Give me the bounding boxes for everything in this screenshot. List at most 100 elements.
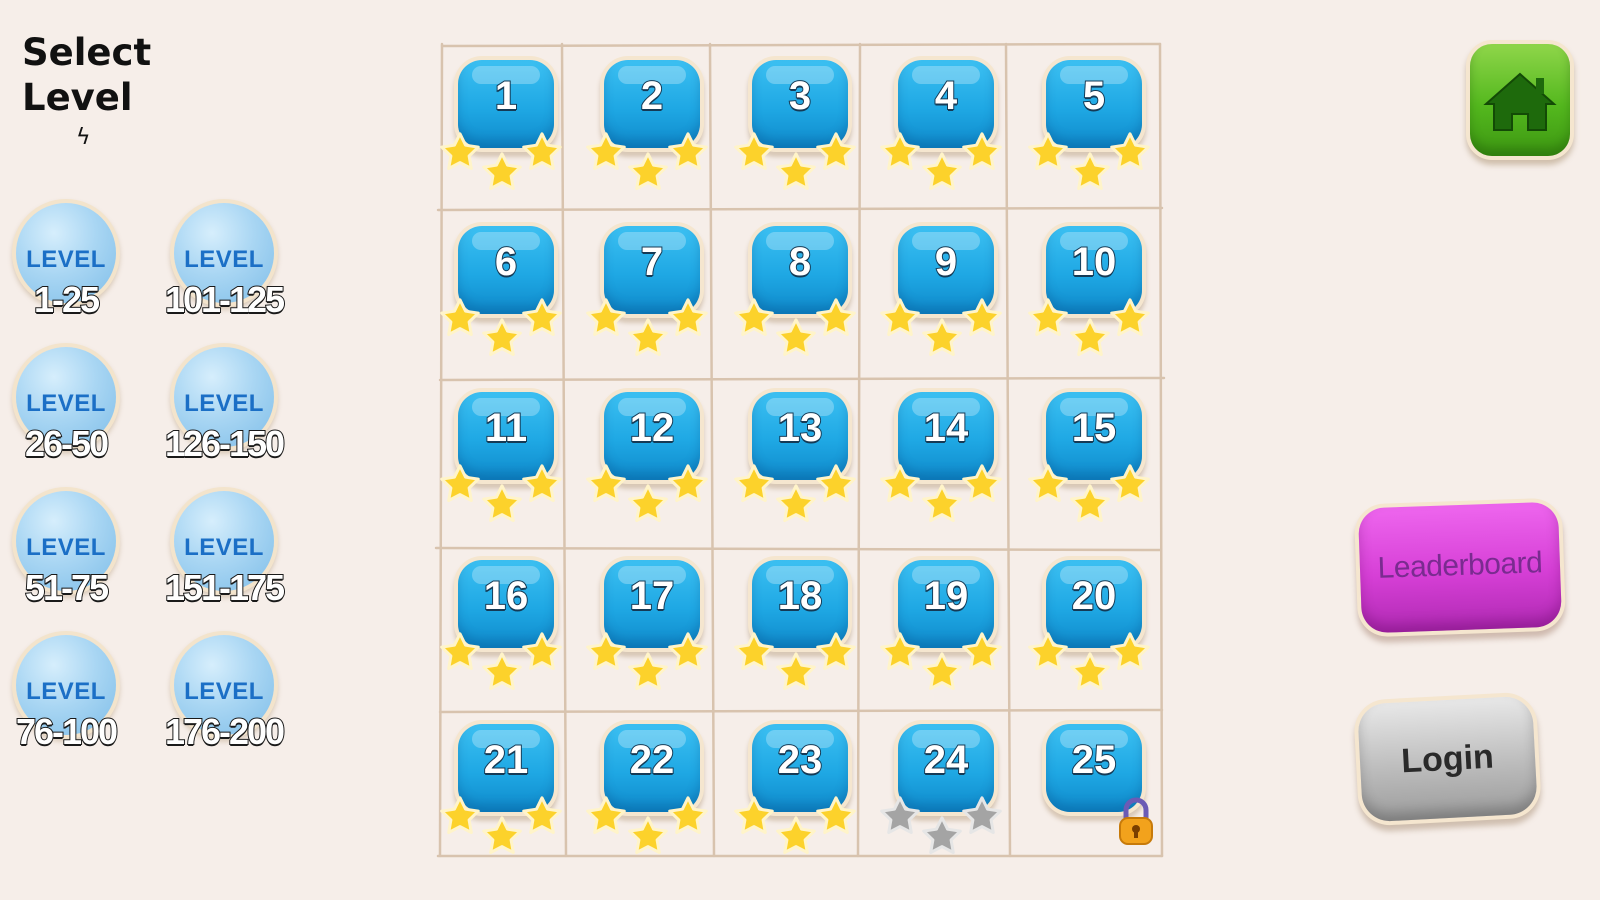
level-tile[interactable]: 6 <box>440 226 568 366</box>
star-filled-icon <box>522 464 562 502</box>
level-tile[interactable]: 20 <box>1028 560 1156 700</box>
star-filled-icon <box>816 632 856 670</box>
level-number: 6 <box>494 239 518 285</box>
star-filled-icon <box>922 318 962 356</box>
star-filled-icon <box>1028 464 1068 502</box>
level-tile[interactable]: 5 <box>1028 60 1156 200</box>
level-number: 17 <box>629 573 676 619</box>
star-filled-icon <box>880 464 920 502</box>
level-number: 22 <box>629 737 676 783</box>
level-number: 13 <box>777 405 824 451</box>
level-tile[interactable]: 23 <box>734 724 862 864</box>
star-filled-icon <box>1028 132 1068 170</box>
star-filled-icon <box>482 652 522 690</box>
level-number: 11 <box>484 405 528 451</box>
lock-icon <box>1119 797 1153 845</box>
star-filled-icon <box>522 632 562 670</box>
star-filled-icon <box>1070 318 1110 356</box>
level-number: 25 <box>1071 737 1118 783</box>
star-filled-icon <box>482 484 522 522</box>
star-filled-icon <box>776 816 816 854</box>
star-filled-icon <box>1110 132 1150 170</box>
star-filled-icon <box>1110 464 1150 502</box>
leaderboard-button[interactable]: Leaderboard <box>1357 501 1563 634</box>
star-filled-icon <box>1070 484 1110 522</box>
level-number: 24 <box>923 737 970 783</box>
level-number: 4 <box>934 73 958 119</box>
star-empty-icon <box>922 816 962 854</box>
level-tile[interactable]: 19 <box>880 560 1008 700</box>
star-filled-icon <box>880 632 920 670</box>
star-filled-icon <box>776 318 816 356</box>
star-filled-icon <box>776 152 816 190</box>
star-filled-icon <box>628 484 668 522</box>
login-label: Login <box>1400 737 1495 781</box>
level-tile[interactable]: 11 <box>440 392 568 532</box>
star-filled-icon <box>880 132 920 170</box>
star-filled-icon <box>482 816 522 854</box>
star-filled-icon <box>522 132 562 170</box>
star-filled-icon <box>816 298 856 336</box>
level-tile[interactable]: 25 <box>1036 724 1156 864</box>
star-filled-icon <box>440 464 480 502</box>
level-tile[interactable]: 2 <box>586 60 714 200</box>
level-tile[interactable]: 18 <box>734 560 862 700</box>
star-filled-icon <box>668 132 708 170</box>
star-filled-icon <box>628 152 668 190</box>
star-filled-icon <box>668 632 708 670</box>
star-filled-icon <box>668 464 708 502</box>
star-filled-icon <box>962 132 1002 170</box>
home-icon <box>1483 72 1557 131</box>
login-button[interactable]: Login <box>1357 695 1538 823</box>
home-button[interactable] <box>1470 44 1570 156</box>
level-number: 12 <box>629 405 676 451</box>
star-filled-icon <box>776 652 816 690</box>
star-filled-icon <box>522 796 562 834</box>
star-filled-icon <box>734 632 774 670</box>
star-filled-icon <box>628 816 668 854</box>
star-filled-icon <box>668 796 708 834</box>
level-number: 19 <box>923 573 970 619</box>
level-tile[interactable]: 21 <box>440 724 568 864</box>
star-filled-icon <box>440 796 480 834</box>
star-filled-icon <box>734 464 774 502</box>
star-filled-icon <box>1110 632 1150 670</box>
level-number: 1 <box>494 73 518 119</box>
star-filled-icon <box>440 632 480 670</box>
star-filled-icon <box>922 484 962 522</box>
star-filled-icon <box>922 152 962 190</box>
star-filled-icon <box>962 464 1002 502</box>
level-tile[interactable]: 4 <box>880 60 1008 200</box>
star-filled-icon <box>816 132 856 170</box>
level-number: 2 <box>640 73 664 119</box>
level-number: 21 <box>483 737 530 783</box>
star-filled-icon <box>628 652 668 690</box>
star-filled-icon <box>1070 152 1110 190</box>
star-filled-icon <box>962 298 1002 336</box>
star-filled-icon <box>816 796 856 834</box>
level-tile[interactable]: 10 <box>1028 226 1156 366</box>
level-tile[interactable]: 9 <box>880 226 1008 366</box>
level-number: 7 <box>640 239 664 285</box>
level-number: 9 <box>934 239 958 285</box>
level-tile[interactable]: 3 <box>734 60 862 200</box>
star-filled-icon <box>522 298 562 336</box>
level-tile[interactable]: 15 <box>1028 392 1156 532</box>
level-tile[interactable]: 22 <box>586 724 714 864</box>
level-tile[interactable]: 24 <box>880 724 1008 864</box>
level-tile[interactable]: 8 <box>734 226 862 366</box>
star-filled-icon <box>816 464 856 502</box>
level-tile[interactable]: 7 <box>586 226 714 366</box>
star-filled-icon <box>734 298 774 336</box>
level-tile[interactable]: 14 <box>880 392 1008 532</box>
level-tile[interactable]: 13 <box>734 392 862 532</box>
star-filled-icon <box>962 632 1002 670</box>
level-tile[interactable]: 12 <box>586 392 714 532</box>
leaderboard-label: Leaderboard <box>1377 546 1543 585</box>
star-filled-icon <box>734 796 774 834</box>
level-tile[interactable]: 16 <box>440 560 568 700</box>
level-tile[interactable]: 1 <box>440 60 568 200</box>
star-filled-icon <box>586 796 626 834</box>
level-number: 18 <box>777 573 824 619</box>
level-tile[interactable]: 17 <box>586 560 714 700</box>
